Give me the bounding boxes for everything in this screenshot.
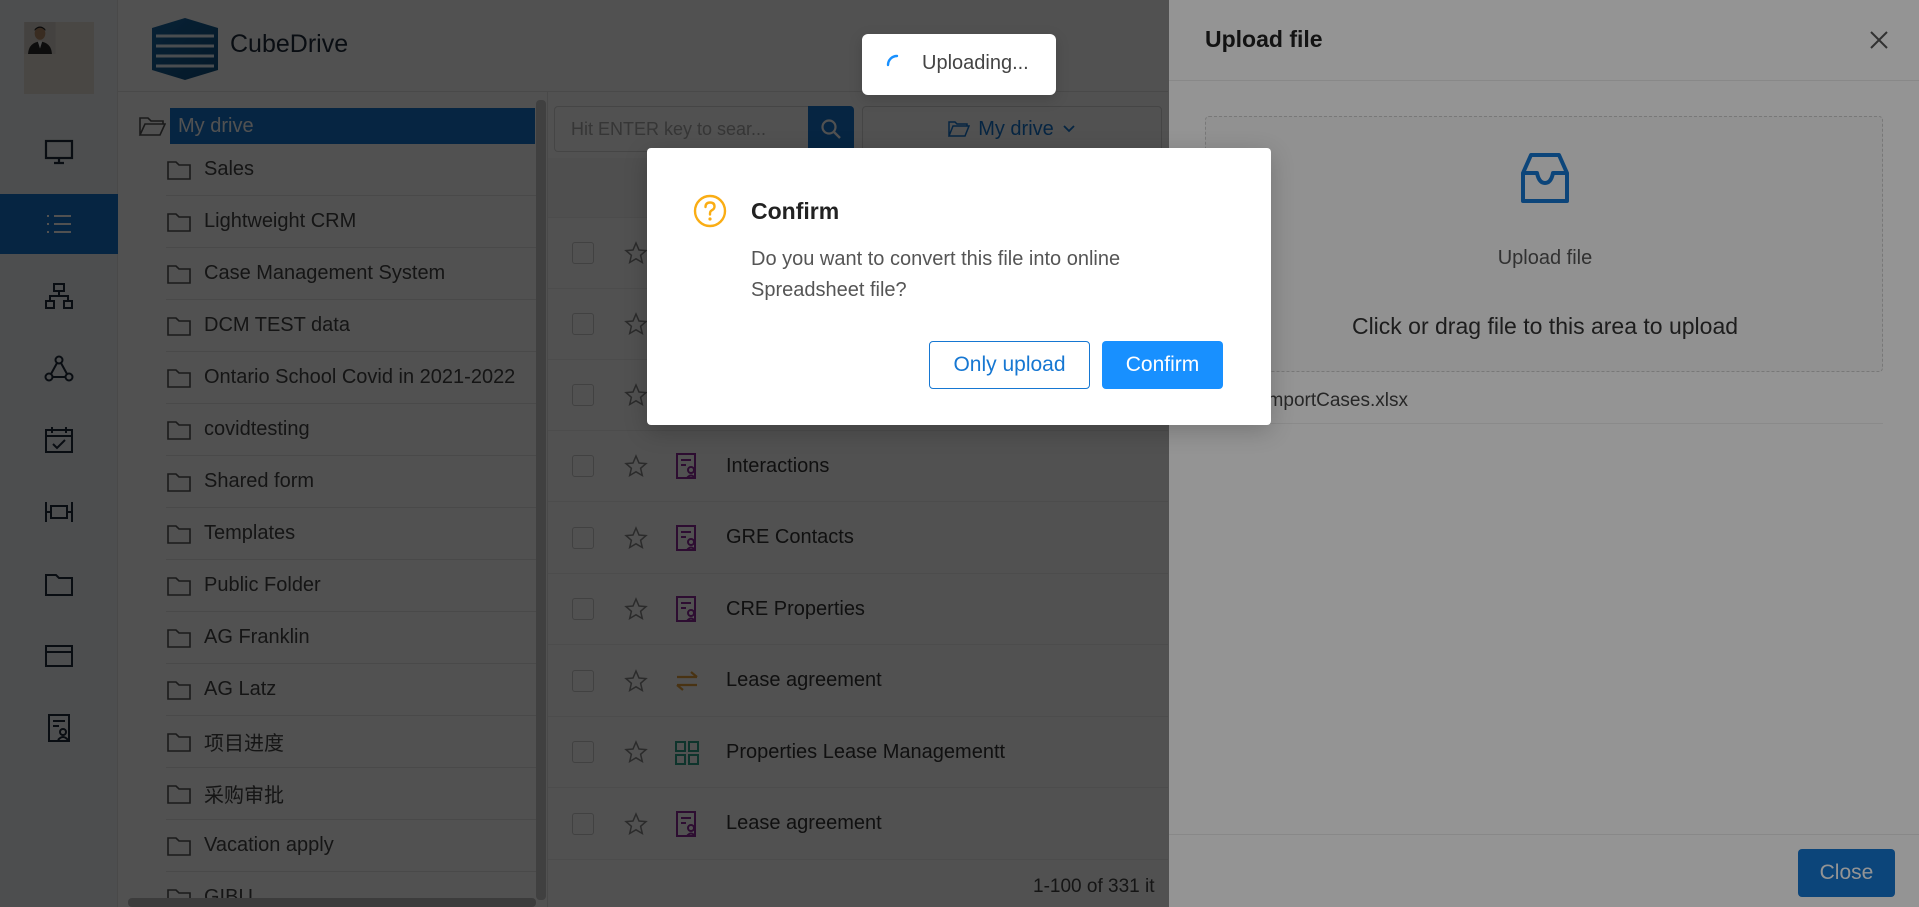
uploading-toast: Uploading... — [862, 34, 1056, 95]
confirm-dialog: Confirm Do you want to convert this file… — [647, 148, 1271, 425]
dialog-title: Confirm — [751, 198, 840, 224]
dialog-message: Do you want to convert this file into on… — [751, 248, 1121, 301]
confirm-button[interactable]: Confirm — [1102, 341, 1223, 389]
question-circle-icon — [693, 194, 727, 228]
toast-text: Uploading... — [922, 52, 1029, 74]
only-upload-button[interactable]: Only upload — [929, 341, 1090, 389]
loading-spinner-icon — [886, 54, 899, 67]
modal-mask[interactable] — [0, 0, 1919, 907]
